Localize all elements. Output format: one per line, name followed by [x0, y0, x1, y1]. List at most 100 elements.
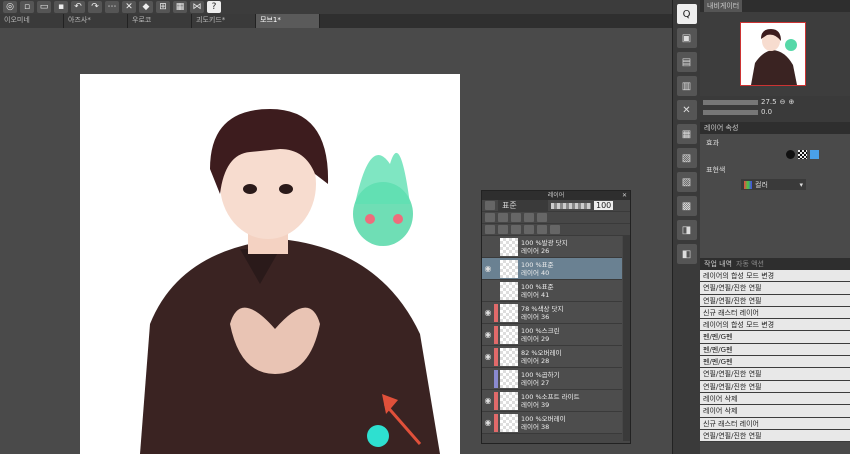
layer-row[interactable]: ◉ 100 %오버레이 레이어 38 — [482, 412, 622, 434]
layer-thumbnail — [500, 347, 518, 366]
history-item[interactable]: 레이어의 합성 모드 변경 — [700, 270, 850, 283]
layer-menu-icon[interactable] — [485, 201, 495, 210]
layer-row[interactable]: ◉ 100 %소프트 라이트 레이어 39 — [482, 390, 622, 412]
clear-icon[interactable]: ✕ — [122, 1, 136, 13]
eye-icon[interactable]: ◉ — [482, 418, 494, 427]
merge-icon[interactable] — [524, 225, 534, 234]
history-item[interactable]: 레이어의 합성 모드 변경 — [700, 319, 850, 332]
tab-document[interactable]: 아즈사* — [64, 14, 128, 28]
info-icon[interactable]: ◧ — [676, 244, 697, 264]
auto-action-tab[interactable]: 자동 액션 — [736, 258, 764, 270]
history-item[interactable]: 연필/연필/진한 연필 — [700, 368, 850, 381]
clip-indicator — [494, 413, 498, 432]
history-icon[interactable]: ▨ — [676, 172, 697, 192]
layer-mode: 100 %표준 — [521, 282, 554, 291]
navigator-thumbnail — [751, 29, 797, 85]
properties-header: 레이어 속성 — [700, 122, 850, 134]
eye-icon[interactable]: ◉ — [482, 330, 494, 339]
ruler-icon[interactable]: ▦ — [173, 1, 187, 13]
history-item[interactable]: 펜/펜/G펜 — [700, 331, 850, 344]
tab-document[interactable]: 괴도키드* — [192, 14, 256, 28]
artwork-canvas[interactable] — [80, 74, 460, 454]
color-icon[interactable]: ✕ — [676, 100, 697, 120]
help-icon[interactable]: ? — [207, 1, 221, 13]
layer-thumbnail — [500, 413, 518, 432]
eye-icon[interactable]: ◉ — [482, 264, 494, 273]
expression-color-select[interactable]: 컬러 ▾ — [741, 179, 806, 190]
zoom-in-icon[interactable]: ⊕ — [788, 98, 794, 106]
layer-row[interactable]: ◉ 100 %표준 레이어 40 — [482, 258, 622, 280]
new-raster-layer-icon[interactable] — [485, 225, 495, 234]
layer-scrollbar[interactable] — [623, 236, 630, 441]
rotate-slider[interactable] — [703, 109, 758, 115]
tab-document[interactable]: 우로코 — [128, 14, 192, 28]
tone-effect-icon[interactable] — [798, 150, 807, 159]
layer-color-effect-icon[interactable] — [810, 150, 819, 159]
opacity-value[interactable]: 100 — [594, 201, 614, 210]
properties-title[interactable]: 레이어 속성 — [704, 122, 738, 134]
history-item[interactable]: 레이어 삭제 — [700, 405, 850, 418]
history-item[interactable]: 신규 래스터 레이어 — [700, 306, 850, 320]
tab-document[interactable]: 이오미네 — [0, 14, 64, 28]
zoom-slider[interactable] — [703, 99, 758, 105]
history-item[interactable]: 연필/연필/진한 연필 — [700, 294, 850, 307]
layer-row[interactable]: 100 %발광 닷지 레이어 26 — [482, 236, 622, 258]
eye-icon[interactable]: ◉ — [482, 352, 494, 361]
opacity-slider[interactable] — [551, 202, 591, 209]
open-file-icon[interactable]: ▭ — [37, 1, 51, 13]
new-file-icon[interactable]: ▫ — [20, 1, 34, 13]
navigator-icon[interactable]: ▩ — [676, 196, 697, 216]
selection-icon[interactable]: ⊞ — [156, 1, 170, 13]
reference-icon[interactable] — [524, 213, 534, 222]
eye-icon[interactable]: ◉ — [482, 396, 494, 405]
new-folder-icon[interactable] — [511, 225, 521, 234]
history-item[interactable]: 연필/연필/진한 연필 — [700, 380, 850, 393]
navigator-preview[interactable] — [740, 22, 806, 86]
layer-row[interactable]: ◉ 100 %스크린 레이어 29 — [482, 324, 622, 346]
layer-icon[interactable]: ▥ — [676, 76, 697, 96]
navigator-title[interactable]: 내비게이터 — [704, 0, 743, 12]
clip-indicator — [494, 260, 498, 278]
history-item[interactable]: 레이어 삭제 — [700, 392, 850, 406]
layer-panel-title: 레이어 ✕ — [482, 191, 630, 200]
history-item[interactable]: 신규 래스터 레이어 — [700, 417, 850, 430]
border-effect-icon[interactable] — [786, 150, 795, 159]
material-icon[interactable]: ▦ — [676, 124, 697, 144]
mask-icon[interactable] — [537, 213, 547, 222]
layer-row[interactable]: 100 %표준 레이어 41 — [482, 280, 622, 302]
delete-layer-icon[interactable] — [550, 225, 560, 234]
history-title[interactable]: 작업 내역 — [704, 258, 732, 270]
angle-value[interactable]: 0.0 — [761, 108, 772, 116]
close-icon[interactable]: ✕ — [622, 191, 627, 200]
history-item[interactable]: 연필/연필/진한 연필 — [700, 429, 850, 443]
search-icon[interactable]: Q — [676, 4, 697, 24]
new-vector-layer-icon[interactable] — [498, 225, 508, 234]
layer-color-icon[interactable] — [485, 213, 495, 222]
layer-row[interactable]: ◉ 82 %오버레이 레이어 28 — [482, 346, 622, 368]
zoom-value[interactable]: 27.5 — [761, 98, 777, 106]
effect-label: 효과 — [706, 139, 719, 147]
layer-row[interactable]: ◉ 78 %색상 닷지 레이어 36 — [482, 302, 622, 324]
app-logo-icon[interactable]: ◎ — [3, 1, 17, 13]
properties-icon[interactable]: ◨ — [676, 220, 697, 240]
tab-document-active[interactable]: 모브1* — [256, 14, 320, 28]
save-icon[interactable]: ▪ — [54, 1, 68, 13]
history-item[interactable]: 펜/펜/G펜 — [700, 356, 850, 369]
clip-icon[interactable] — [511, 213, 521, 222]
perspective-icon[interactable]: ⋈ — [190, 1, 204, 13]
fill-icon[interactable]: ◆ — [139, 1, 153, 13]
zoom-out-icon[interactable]: ⊖ — [780, 98, 786, 106]
eye-icon[interactable]: ◉ — [482, 308, 494, 317]
layer-row[interactable]: 100 %곱하기 레이어 27 — [482, 368, 622, 390]
blend-mode-select[interactable]: 표준 — [498, 200, 548, 211]
palette-icon[interactable]: ▧ — [676, 148, 697, 168]
lock-icon[interactable] — [498, 213, 508, 222]
brush-icon[interactable]: ▤ — [676, 52, 697, 72]
undo-icon[interactable]: ↶ — [71, 1, 85, 13]
subtool-icon[interactable]: ▣ — [676, 28, 697, 48]
copy-layer-icon[interactable] — [537, 225, 547, 234]
history-item[interactable]: 펜/펜/G펜 — [700, 343, 850, 357]
history-item[interactable]: 연필/연필/진한 연필 — [700, 282, 850, 295]
redo-icon[interactable]: ↷ — [88, 1, 102, 13]
transform-icon[interactable]: ⋯ — [105, 1, 119, 13]
